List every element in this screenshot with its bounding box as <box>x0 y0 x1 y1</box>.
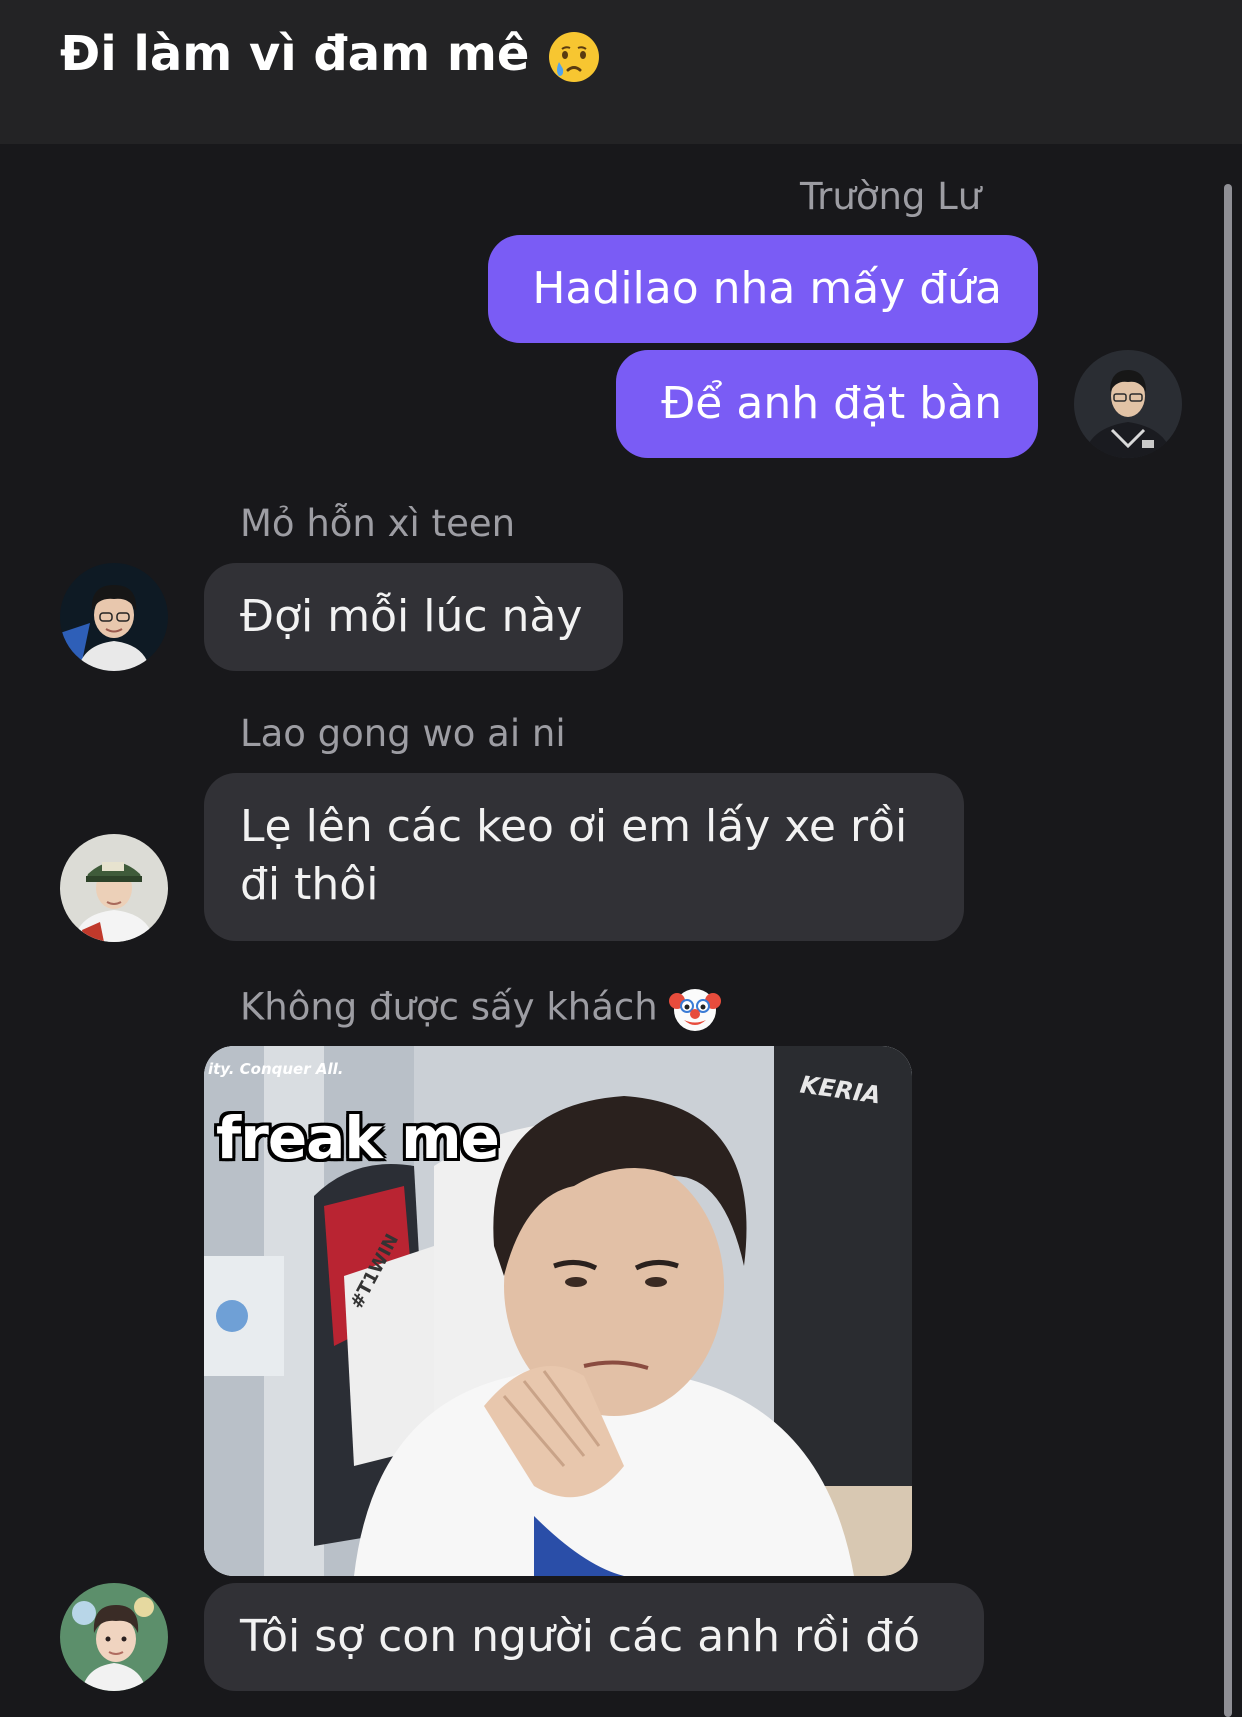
sender-name-lao-gong-wo-ai-ni: Lao gong wo ai ni <box>240 712 566 755</box>
message-bubble-outgoing[interactable]: Hadilao nha mấy đứa <box>488 235 1038 343</box>
image-caption: freak me <box>216 1104 500 1172</box>
avatar-lao-gong-wo-ai-ni[interactable] <box>60 834 168 942</box>
crying-face-icon <box>549 32 600 82</box>
message-bubble-outgoing[interactable]: Để anh đặt bàn <box>616 350 1038 458</box>
avatar-khong-duoc-say-khach[interactable] <box>60 1583 168 1691</box>
sender-name-truong-lu: Trường Lư <box>800 175 982 218</box>
sender-name-text: Không được sấy khách <box>240 985 658 1029</box>
sender-name-khong-duoc-say-khach: Không được sấy khách <box>240 983 722 1035</box>
sender-name-mo-hon-xi-teen: Mỏ hỗn xì teen <box>240 502 516 545</box>
chat-title-text: Đi làm vì đam mê <box>60 26 530 82</box>
shared-image[interactable]: ity. Conquer All. freak me #T1WIN KERIA <box>204 1046 912 1576</box>
chat-scrollbar[interactable] <box>1224 184 1232 1717</box>
message-bubble-incoming[interactable]: Tôi sợ con người các anh rồi đó <box>204 1583 984 1691</box>
chat-header: Đi làm vì đam mê <box>0 0 1242 144</box>
avatar-mo-hon-xi-teen[interactable] <box>60 563 168 671</box>
image-corner-text: ity. Conquer All. <box>208 1060 344 1078</box>
chat-title[interactable]: Đi làm vì đam mê <box>60 24 602 85</box>
message-bubble-incoming[interactable]: Lẹ lên các keo ơi em lấy xe rồi đi thôi <box>204 773 964 941</box>
clown-face-icon <box>669 989 722 1031</box>
message-bubble-incoming[interactable]: Đợi mỗi lúc này <box>204 563 623 671</box>
avatar-truong-lu[interactable] <box>1074 350 1182 458</box>
